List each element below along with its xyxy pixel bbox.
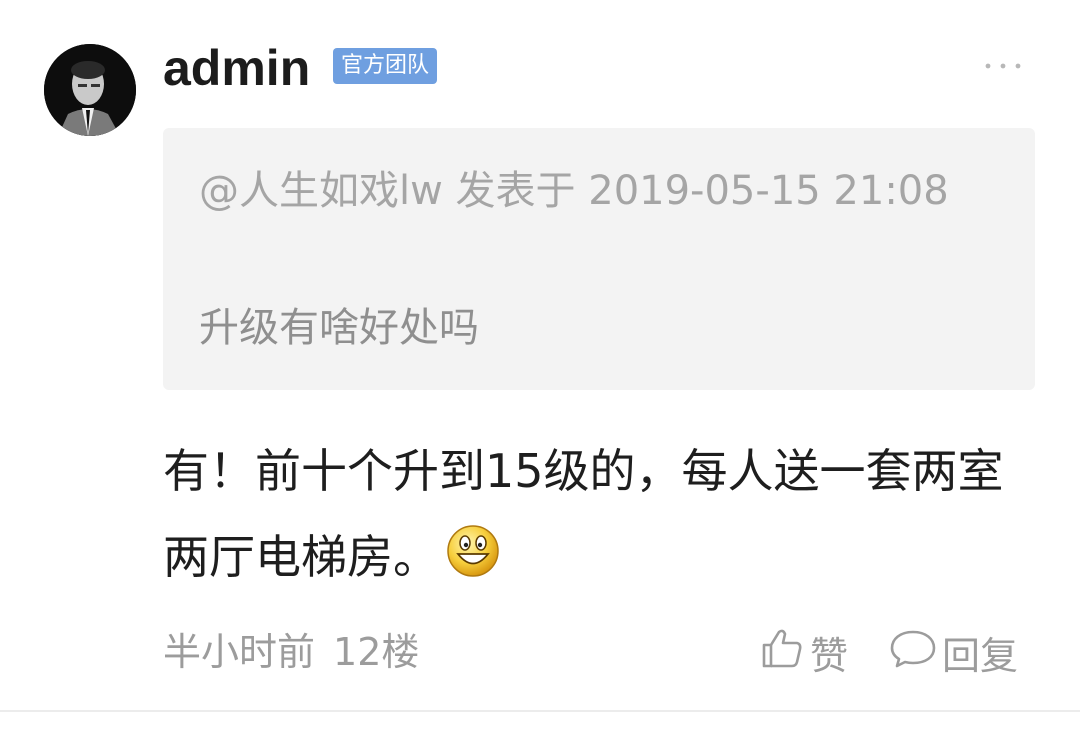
author-name[interactable]: admin xyxy=(163,36,310,100)
reply-button[interactable]: 回复 xyxy=(888,622,1018,682)
reply-label: 回复 xyxy=(942,633,1019,678)
comment-bubble-icon xyxy=(888,624,942,681)
quote-text: 升级有啥好处吗 xyxy=(199,305,479,351)
comment-time: 半小时前 xyxy=(163,630,316,674)
divider xyxy=(0,710,1080,712)
quoted-comment[interactable]: @人生如戏lw 发表于 2019-05-15 21:08 升级有啥好处吗 xyxy=(163,128,1035,390)
comment-card: admin 官方团队 @人生如戏lw 发表于 2019-05-15 21:08 … xyxy=(0,0,1080,734)
floor-number: 12楼 xyxy=(333,630,420,674)
like-label: 赞 xyxy=(810,633,849,678)
reply-content: 有！前十个升到15级的，每人送一套两室两厅电梯房。 xyxy=(163,428,1043,600)
thumbs-up-icon xyxy=(758,624,810,681)
more-horizontal-icon[interactable] xyxy=(980,56,1026,76)
official-team-badge: 官方团队 xyxy=(333,48,438,84)
like-button[interactable]: 赞 xyxy=(758,622,848,682)
comment-meta: 半小时前 12楼 xyxy=(163,624,419,680)
reply-text: 有！前十个升到15级的，每人送一套两室两厅电梯房。 xyxy=(163,444,1004,584)
quote-meta: @人生如戏lw 发表于 2019-05-15 21:08 xyxy=(199,168,949,214)
avatar[interactable] xyxy=(44,44,136,136)
grinning-face-icon xyxy=(445,520,501,577)
